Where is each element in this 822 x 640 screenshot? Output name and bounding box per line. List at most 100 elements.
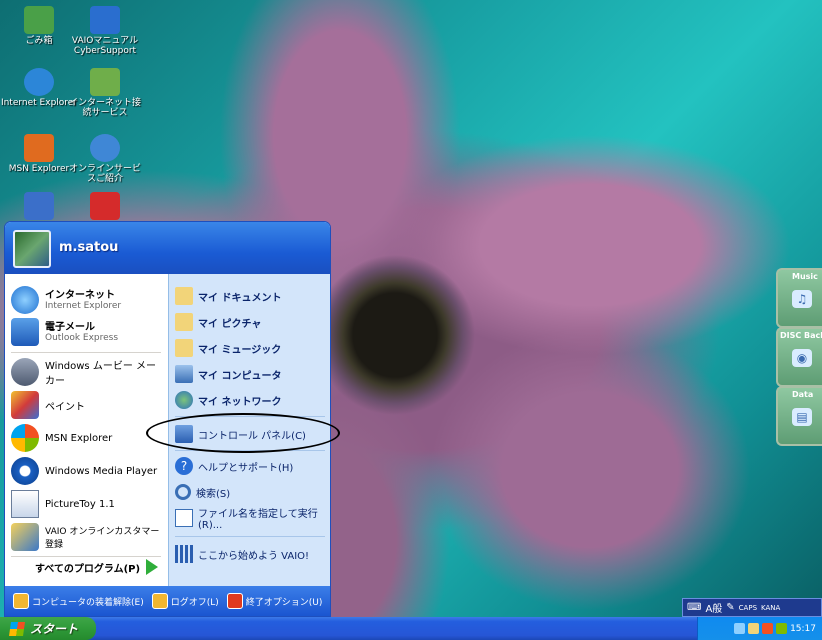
- gadget-music[interactable]: Music ♫: [776, 268, 822, 328]
- place-control-panel[interactable]: コントロール パネル(C): [175, 422, 327, 446]
- place-my-pictures[interactable]: マイ ピクチャ: [175, 310, 327, 334]
- tray-sync-icon[interactable]: [776, 623, 788, 634]
- place-vaio-start[interactable]: ここから始めよう VAIO!: [175, 542, 327, 566]
- vaio-registration-icon: [11, 523, 39, 551]
- my-network-icon: [175, 391, 193, 409]
- item-label: マイ ミュージック: [198, 344, 282, 356]
- item-label: MSN Explorer: [45, 432, 113, 444]
- recent-msn-explorer[interactable]: MSN Explorer: [11, 422, 165, 454]
- disc-backup-icon: ◉: [792, 349, 812, 367]
- item-label: Windows Media Player: [45, 465, 158, 477]
- ime-pad-icon[interactable]: ✎: [726, 602, 734, 613]
- desktop-icon-dekiru[interactable]: [66, 192, 144, 222]
- separator: [11, 352, 161, 353]
- desktop-icon-label: インターネット接続サービス: [68, 98, 141, 118]
- language-bar[interactable]: ⌨ A般 ✎ CAPS KANA: [682, 598, 822, 617]
- kana-indicator: KANA: [761, 603, 781, 612]
- run-icon: [175, 509, 193, 527]
- green-arrow-icon: [146, 559, 159, 575]
- separator: [175, 536, 325, 537]
- item-label: ヘルプとサポート(H): [198, 462, 294, 474]
- item-subtitle: Internet Explorer: [45, 300, 122, 311]
- keyboard-icon: ⌨: [687, 602, 702, 613]
- search-icon: [175, 484, 191, 500]
- logoff-button[interactable]: ログオフ(L): [151, 593, 219, 609]
- help-support-icon: ?: [175, 457, 193, 475]
- caps-indicator: CAPS: [738, 603, 758, 612]
- shutdown-button[interactable]: 終了オプション(U): [226, 593, 323, 609]
- place-help-support[interactable]: ? ヘルプとサポート(H): [175, 454, 327, 478]
- place-run[interactable]: ファイル名を指定して実行(R)...: [175, 506, 327, 531]
- paint-icon: [11, 391, 39, 419]
- recent-movie-maker[interactable]: Windows ムービー メーカー: [11, 356, 165, 388]
- power-icon: [226, 593, 243, 609]
- desktop-icon-label: オンラインサービスご紹介: [68, 164, 141, 184]
- my-documents-icon: [175, 287, 193, 305]
- place-my-computer[interactable]: マイ コンピュータ: [175, 362, 327, 386]
- item-label: コントロール パネル(C): [198, 430, 306, 442]
- start-menu-programs-pane: インターネット Internet Explorer 電子メール Outlook …: [5, 274, 168, 587]
- item-label: Windows ムービー メーカー: [45, 361, 156, 387]
- undock-label: コンピュータの装着解除(E): [32, 597, 144, 608]
- gadget-label: DISC Backup: [780, 331, 822, 340]
- taskbar: スタート 15:17: [0, 617, 822, 640]
- desktop-icon-isp-signup[interactable]: インターネット接続サービス: [66, 68, 144, 118]
- ime-mode[interactable]: A般: [705, 600, 722, 615]
- separator: [175, 416, 325, 417]
- pinned-email[interactable]: 電子メール Outlook Express: [11, 316, 165, 348]
- my-computer-icon: [175, 365, 193, 383]
- item-label: ペイント: [45, 401, 85, 413]
- pinned-internet[interactable]: インターネット Internet Explorer: [11, 284, 165, 316]
- start-menu-header: m.satou: [5, 222, 330, 274]
- music-note-icon: ♫: [792, 290, 812, 308]
- avatar[interactable]: [13, 230, 51, 268]
- logoff-label: ログオフ(L): [170, 597, 219, 608]
- separator: [175, 450, 325, 451]
- item-label: VAIO オンラインカスタマー登録: [45, 527, 160, 550]
- clock[interactable]: 15:17: [790, 624, 816, 634]
- recycle-bin-icon: [24, 6, 54, 34]
- all-programs-button[interactable]: すべてのプログラム(P): [35, 559, 159, 575]
- user-name: m.satou: [59, 240, 119, 255]
- recent-paint[interactable]: ペイント: [11, 389, 165, 421]
- gadget-data[interactable]: Data ▤: [776, 386, 822, 446]
- tray-volume-icon[interactable]: [748, 623, 760, 634]
- tray-network-icon[interactable]: [734, 623, 746, 634]
- item-label: マイ コンピュータ: [198, 370, 282, 382]
- control-panel-icon: [175, 425, 193, 443]
- separator: [11, 556, 161, 557]
- dekiru-shortcut-icon: [90, 192, 120, 220]
- my-music-icon: [175, 339, 193, 357]
- item-label: マイ ピクチャ: [198, 318, 262, 330]
- desktop-icon-online-services[interactable]: オンラインサービスご紹介: [66, 134, 144, 184]
- item-label: マイ ドキュメント: [198, 292, 282, 304]
- my-pictures-icon: [175, 313, 193, 331]
- recent-picturetoy[interactable]: PictureToy 1.1: [11, 488, 165, 520]
- system-tray: 15:17: [697, 617, 822, 640]
- item-label: マイ ネットワーク: [198, 396, 282, 408]
- place-my-network[interactable]: マイ ネットワーク: [175, 388, 327, 412]
- shutdown-label: 終了オプション(U): [245, 597, 323, 608]
- gadget-label: Music: [792, 272, 818, 281]
- recent-vaio-registration[interactable]: VAIO オンラインカスタマー登録: [11, 521, 165, 553]
- place-my-music[interactable]: マイ ミュージック: [175, 336, 327, 360]
- item-title: インターネット: [45, 289, 115, 301]
- internet-explorer-icon: [11, 286, 39, 314]
- desktop-icon-vaio-manual[interactable]: VAIOマニュアル CyberSupport: [66, 6, 144, 56]
- vaio-start-icon: [175, 545, 193, 563]
- place-search[interactable]: 検索(S): [175, 480, 327, 504]
- gadget-disc-backup[interactable]: DISC Backup ◉: [776, 327, 822, 387]
- vaio-manual-icon: [90, 6, 120, 34]
- undock-icon: [13, 593, 29, 609]
- undock-button[interactable]: コンピュータの装着解除(E): [13, 593, 144, 609]
- start-button[interactable]: スタート: [0, 617, 96, 640]
- recent-media-player[interactable]: Windows Media Player: [11, 455, 165, 487]
- item-subtitle: Outlook Express: [45, 332, 119, 343]
- start-menu: m.satou インターネット Internet Explorer 電子メール …: [4, 221, 331, 617]
- desktop-icon-label: VAIOマニュアル CyberSupport: [71, 36, 139, 56]
- windows-flag-icon: [9, 621, 25, 636]
- item-label: ファイル名を指定して実行(R)...: [198, 509, 318, 531]
- tray-app-icon[interactable]: [762, 623, 774, 634]
- place-my-documents[interactable]: マイ ドキュメント: [175, 284, 327, 308]
- start-label: スタート: [30, 622, 79, 636]
